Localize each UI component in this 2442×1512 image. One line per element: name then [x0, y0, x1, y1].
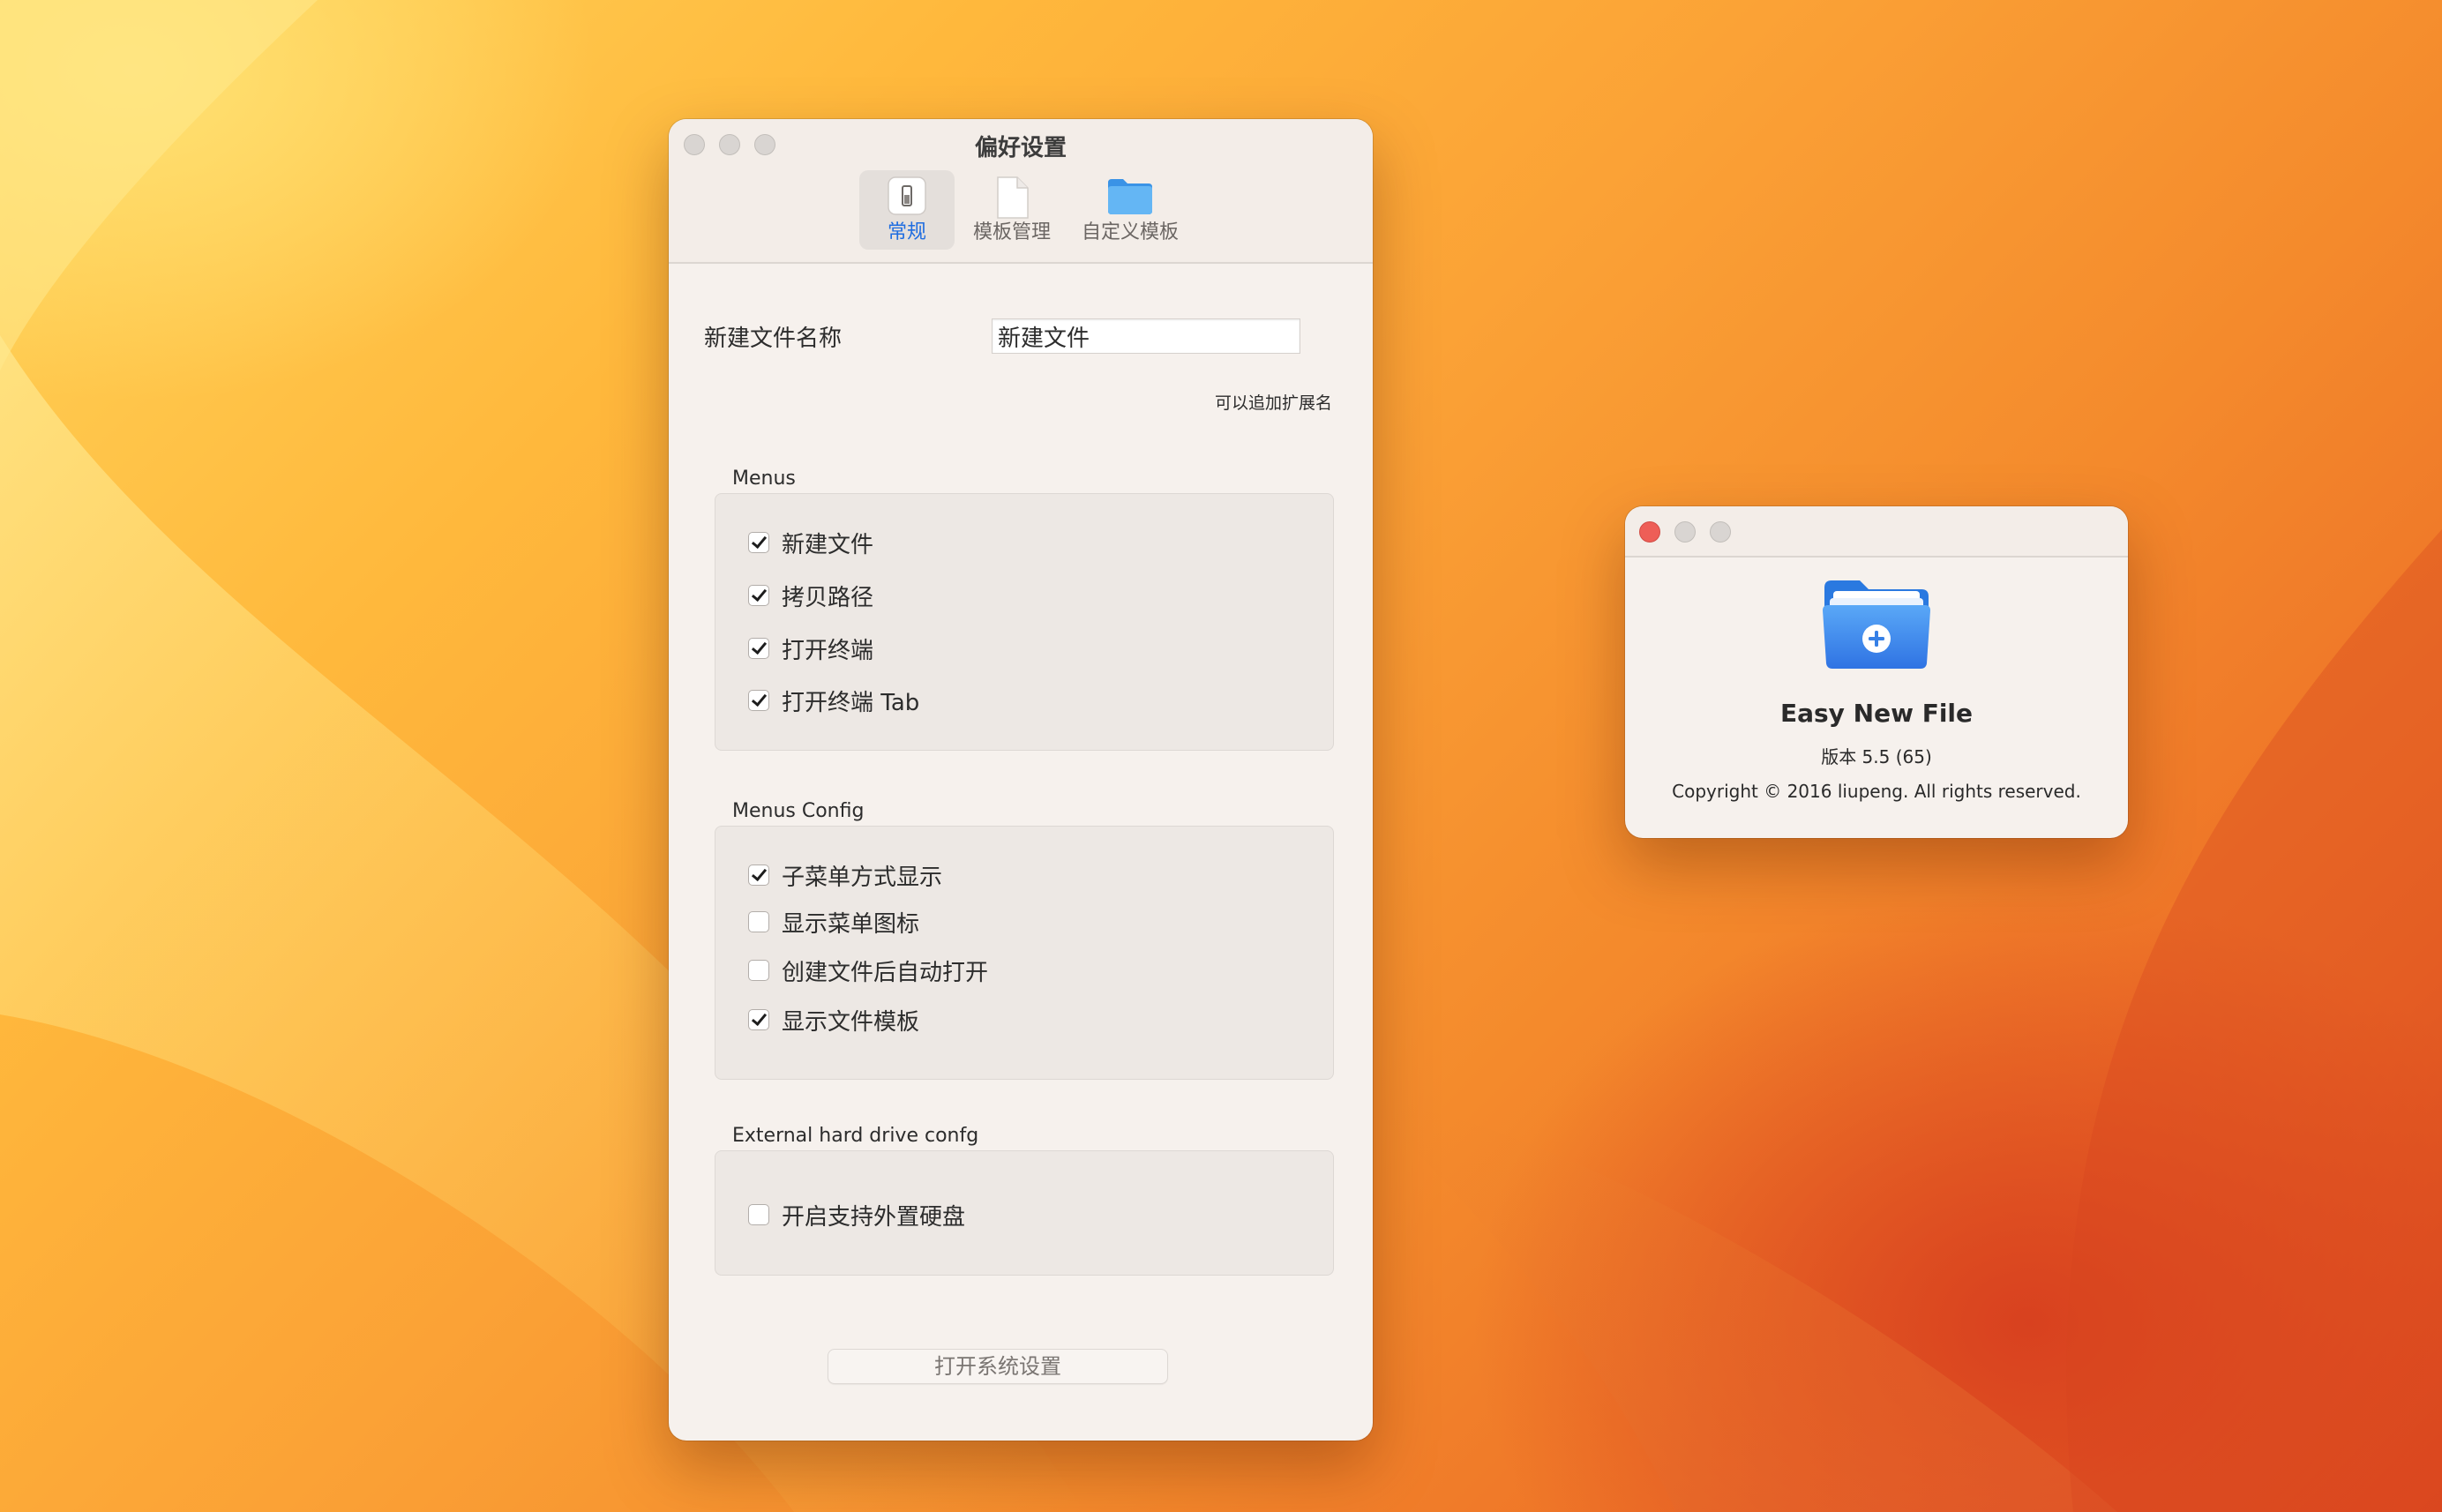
- app-copyright: Copyright © 2016 liupeng. All rights res…: [1672, 781, 2081, 802]
- folder-icon: [1108, 179, 1152, 214]
- switch-icon: [888, 176, 926, 215]
- toolbar-label-custom-templates: 自定义模板: [1081, 221, 1179, 243]
- open-system-settings-button[interactable]: 打开系统设置: [828, 1349, 1168, 1384]
- checkbox[interactable]: [748, 532, 769, 553]
- file-name-input[interactable]: [992, 318, 1300, 354]
- app-version: 版本 5.5 (65): [1821, 746, 1932, 767]
- config-option-label: 显示文件模板: [782, 1008, 920, 1036]
- external-drive-option[interactable]: 开启支持外置硬盘: [748, 1199, 965, 1231]
- config-option-label: 子菜单方式显示: [782, 864, 943, 891]
- file-name-hint: 可以追加扩展名: [1214, 393, 1332, 413]
- menu-option-new-file[interactable]: 新建文件: [748, 527, 873, 558]
- config-option-auto-open[interactable]: 创建文件后自动打开: [748, 954, 988, 986]
- external-drive-group-title: External hard drive confg: [732, 1125, 979, 1147]
- toolbar-tab-template-management[interactable]: 模板管理: [963, 170, 1060, 250]
- menu-option-label: 打开终端 Tab: [782, 689, 920, 716]
- external-drive-option-label: 开启支持外置硬盘: [782, 1203, 966, 1231]
- config-option-label: 创建文件后自动打开: [782, 959, 989, 986]
- menu-option-label: 新建文件: [782, 531, 874, 558]
- checkbox[interactable]: [748, 690, 769, 711]
- close-button[interactable]: [1639, 521, 1660, 543]
- menu-option-open-terminal-tab[interactable]: 打开终端 Tab: [748, 685, 919, 716]
- config-option-show-menu-icons[interactable]: 显示菜单图标: [748, 906, 919, 938]
- checkbox[interactable]: [748, 865, 769, 886]
- config-option-show-templates[interactable]: 显示文件模板: [748, 1004, 919, 1036]
- preferences-titlebar: 偏好设置 常规 模板管理 自定义模板: [669, 119, 1373, 264]
- checkbox[interactable]: [748, 585, 769, 606]
- file-name-label: 新建文件名称: [704, 326, 843, 352]
- config-option-submenu[interactable]: 子菜单方式显示: [748, 859, 942, 891]
- document-icon: [997, 176, 1029, 219]
- checkbox[interactable]: [748, 638, 769, 659]
- menu-option-label: 打开终端: [782, 637, 874, 664]
- about-titlebar: [1625, 506, 2128, 558]
- menu-option-open-terminal[interactable]: 打开终端: [748, 632, 873, 664]
- toolbar-label-general: 常规: [887, 221, 926, 243]
- preferences-window: 偏好设置 常规 模板管理 自定义模板 新建文件名称 新建文件 可以追加扩展名 M…: [669, 119, 1373, 1441]
- folder-plus-icon: [1823, 580, 1930, 669]
- menu-option-copy-path[interactable]: 拷贝路径: [748, 580, 873, 611]
- about-window: Easy New File 版本 5.5 (65) Copyright © 20…: [1625, 506, 2128, 838]
- menus-config-group-title: Menus Config: [732, 800, 865, 822]
- checkbox[interactable]: [748, 960, 769, 981]
- menu-option-label: 拷贝路径: [782, 584, 874, 611]
- menus-group-title: Menus: [732, 468, 796, 490]
- checkbox[interactable]: [748, 1204, 769, 1225]
- toolbar-label-template-management: 模板管理: [972, 221, 1051, 243]
- checkbox[interactable]: [748, 911, 769, 932]
- zoom-button[interactable]: [1710, 521, 1731, 543]
- minimize-button[interactable]: [1674, 521, 1696, 543]
- app-name: Easy New File: [1779, 699, 1974, 728]
- window-title: 偏好设置: [974, 135, 1067, 161]
- toolbar-tab-general[interactable]: 常规: [859, 170, 955, 250]
- config-option-label: 显示菜单图标: [782, 910, 920, 938]
- checkbox[interactable]: [748, 1009, 769, 1030]
- toolbar-tab-custom-templates[interactable]: 自定义模板: [1069, 170, 1191, 250]
